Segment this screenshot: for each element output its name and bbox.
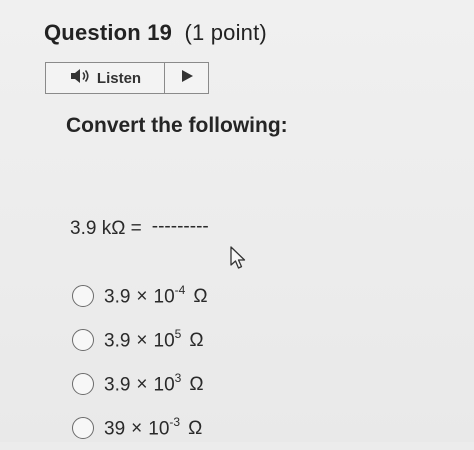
option-base: 10 <box>153 286 175 308</box>
listen-label: Listen <box>96 69 142 87</box>
question-prompt: Convert the following: <box>66 114 288 137</box>
option-coefficient: 39 <box>104 418 126 440</box>
radio-button[interactable] <box>72 373 94 395</box>
speaker-icon <box>69 68 91 88</box>
option-exponent: -3 <box>169 414 181 429</box>
option-base: 10 <box>153 374 175 396</box>
answer-option[interactable]: 39 × 10-3 Ω <box>72 406 372 450</box>
answer-option[interactable]: 3.9 × 105 Ω <box>72 318 372 362</box>
option-exponent: 5 <box>174 326 182 341</box>
answer-option[interactable]: 3.9 × 10-4 Ω <box>72 274 372 318</box>
question-page: Question 19 (1 point) Listen Convert the… <box>0 0 474 442</box>
mouse-cursor-icon <box>229 246 247 275</box>
radio-button[interactable] <box>72 285 94 307</box>
question-points: (1 point) <box>184 20 267 45</box>
answer-option[interactable]: 3.9 × 103 Ω <box>72 362 372 406</box>
play-icon <box>180 69 194 88</box>
radio-button[interactable] <box>72 329 94 351</box>
option-base: 10 <box>153 330 175 352</box>
option-unit: Ω <box>188 418 203 440</box>
radio-button[interactable] <box>72 417 94 439</box>
option-text: 3.9 × 105 Ω <box>104 326 204 352</box>
option-coefficient: 3.9 <box>104 330 131 352</box>
question-header: Question 19 (1 point) <box>44 20 267 46</box>
option-coefficient: 3.9 <box>104 374 131 396</box>
answer-blank: --------- <box>151 216 209 237</box>
multiply-sign: × <box>136 286 148 308</box>
option-base: 10 <box>148 418 170 440</box>
option-exponent: -4 <box>174 282 186 297</box>
listen-control: Listen <box>45 62 209 94</box>
answer-options: 3.9 × 10-4 Ω 3.9 × 105 Ω 3.9 × 103 Ω 39 × 10-3 Ω <box>72 274 372 450</box>
conversion-equation: 3.9 kΩ = --------- <box>70 216 209 240</box>
option-unit: Ω <box>189 330 204 352</box>
multiply-sign: × <box>136 330 148 352</box>
equation-lhs: 3.9 kΩ = <box>70 218 142 239</box>
option-unit: Ω <box>193 286 208 308</box>
multiply-sign: × <box>131 418 143 440</box>
listen-button[interactable]: Listen <box>46 63 165 93</box>
option-text: 3.9 × 103 Ω <box>104 370 204 396</box>
option-exponent: 3 <box>174 370 182 385</box>
option-text: 3.9 × 10-4 Ω <box>104 282 208 308</box>
play-button[interactable] <box>165 63 208 93</box>
multiply-sign: × <box>136 374 148 396</box>
option-unit: Ω <box>189 374 204 396</box>
option-text: 39 × 10-3 Ω <box>104 414 203 440</box>
question-title: Question 19 <box>44 20 173 45</box>
option-coefficient: 3.9 <box>104 286 131 308</box>
